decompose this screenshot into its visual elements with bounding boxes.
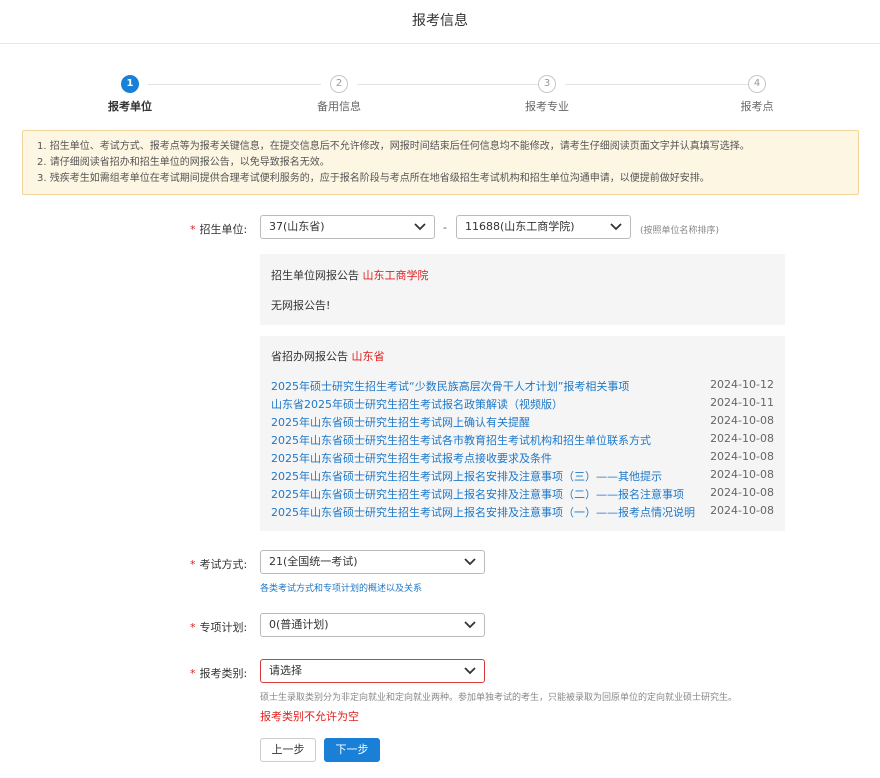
chevron-down-icon xyxy=(464,667,476,675)
province-notice-title-text: 省招办网报公告 xyxy=(271,350,348,363)
required-mark: * xyxy=(190,558,196,571)
special-plan-select[interactable]: 0(普通计划) xyxy=(260,613,485,637)
unit-notice-panel: 招生单位网报公告 山东工商学院 无网报公告! xyxy=(260,254,785,325)
unit-sort-hint: (按照单位名称排序) xyxy=(640,226,720,236)
category-label-text: 报考类别: xyxy=(199,667,248,680)
notice-line: 3. 残疾考生如需组考单位在考试期间提供合理考试便利服务的，应于报名阶段与考点所… xyxy=(37,173,710,184)
news-item[interactable]: 2025年山东省硕士研究生招生考试网上确认有关提醒 2024-10-08 xyxy=(271,414,774,432)
required-mark: * xyxy=(190,621,196,634)
step-4: 4 报考点 xyxy=(712,75,802,114)
exam-method-label: * 考试方式: xyxy=(190,556,247,572)
notice-line: 2. 请仔细阅读省招办和招生单位的网报公告，以免导致报名无效。 xyxy=(37,157,330,168)
category-hint: 硕士生录取类别分为非定向就业和定向就业两种。参加单独考试的考生，只能被录取为回原… xyxy=(260,693,738,703)
exam-method-value: 21(全国统一考试) xyxy=(269,555,358,568)
page-title: 报考信息 xyxy=(412,13,468,29)
news-date: 2024-10-08 xyxy=(710,468,774,481)
news-title-link[interactable]: 2025年硕士研究生招生考试“少数民族高层次骨干人才计划”报考相关事项 xyxy=(271,378,629,394)
notice-line: 1. 招生单位、考试方式、报考点等为报考关键信息，在提交信息后不允许修改，网报时… xyxy=(37,141,750,152)
province-select[interactable]: 37(山东省) xyxy=(260,215,435,239)
news-title-link[interactable]: 2025年山东省硕士研究生招生考试网上确认有关提醒 xyxy=(271,414,530,430)
unit-notice-title: 招生单位网报公告 山东工商学院 xyxy=(271,267,429,283)
unit-notice-title-text: 招生单位网报公告 xyxy=(271,269,359,282)
province-notice-title: 省招办网报公告 山东省 xyxy=(271,348,385,364)
news-date: 2024-10-08 xyxy=(710,432,774,445)
unit-dash: - xyxy=(443,221,447,234)
special-plan-label-text: 专项计划: xyxy=(199,621,248,634)
exam-method-label-text: 考试方式: xyxy=(199,558,248,571)
news-item[interactable]: 2025年山东省硕士研究生招生考试各市教育招生考试机构和招生单位联系方式 202… xyxy=(271,432,774,450)
chevron-down-icon xyxy=(414,223,426,231)
step-1: 1 报考单位 xyxy=(85,75,175,114)
unit-label: * 招生单位: xyxy=(190,221,247,237)
step-progress: 1 报考单位 2 备用信息 3 报考专业 4 报考点 xyxy=(0,75,880,115)
news-date: 2024-10-08 xyxy=(710,504,774,517)
province-notice-panel: 省招办网报公告 山东省 2025年硕士研究生招生考试“少数民族高层次骨干人才计划… xyxy=(260,336,785,531)
category-value: 请选择 xyxy=(269,664,302,677)
required-mark: * xyxy=(190,223,196,236)
news-item[interactable]: 2025年山东省硕士研究生招生考试网上报名安排及注意事项（二）——报名注意事项 … xyxy=(271,486,774,504)
province-notice-province: 山东省 xyxy=(351,350,385,363)
province-select-value: 37(山东省) xyxy=(269,220,325,233)
chevron-down-icon xyxy=(464,558,476,566)
step-number: 3 xyxy=(538,75,556,93)
prev-step-button[interactable]: 上一步 xyxy=(260,738,316,762)
required-mark: * xyxy=(190,667,196,680)
news-date: 2024-10-12 xyxy=(710,378,774,391)
special-plan-value: 0(普通计划) xyxy=(269,618,329,631)
step-label: 备用信息 xyxy=(317,100,361,113)
step-number: 2 xyxy=(330,75,348,93)
news-title-link[interactable]: 2025年山东省硕士研究生招生考试报考点接收要求及条件 xyxy=(271,450,552,466)
chevron-down-icon xyxy=(610,223,622,231)
news-title-link[interactable]: 2025年山东省硕士研究生招生考试网上报名安排及注意事项（一）——报考点情况说明 xyxy=(271,504,695,520)
page-header: 报考信息 xyxy=(0,0,880,44)
unit-label-text: 招生单位: xyxy=(199,223,248,236)
step-number: 4 xyxy=(748,75,766,93)
notice-box: 1. 招生单位、考试方式、报考点等为报考关键信息，在提交信息后不允许修改，网报时… xyxy=(22,130,859,195)
category-select[interactable]: 请选择 xyxy=(260,659,485,683)
news-date: 2024-10-08 xyxy=(710,414,774,427)
news-item[interactable]: 2025年硕士研究生招生考试“少数民族高层次骨干人才计划”报考相关事项 2024… xyxy=(271,378,774,396)
category-error: 报考类别不允许为空 xyxy=(260,710,359,723)
news-date: 2024-10-08 xyxy=(710,486,774,499)
school-select-value: 11688(山东工商学院) xyxy=(465,220,575,233)
step-label: 报考点 xyxy=(740,100,774,113)
step-label: 报考专业 xyxy=(525,100,569,113)
news-item[interactable]: 2025年山东省硕士研究生招生考试网上报名安排及注意事项（三）——其他提示 20… xyxy=(271,468,774,486)
unit-notice-school: 山东工商学院 xyxy=(362,269,429,282)
next-step-button[interactable]: 下一步 xyxy=(324,738,380,762)
category-label: * 报考类别: xyxy=(190,665,247,681)
news-item[interactable]: 山东省2025年硕士研究生招生考试报名政策解读（视频版） 2024-10-11 xyxy=(271,396,774,414)
news-title-link[interactable]: 2025年山东省硕士研究生招生考试各市教育招生考试机构和招生单位联系方式 xyxy=(271,432,651,448)
special-plan-label: * 专项计划: xyxy=(190,619,247,635)
news-date: 2024-10-11 xyxy=(710,396,774,409)
news-item[interactable]: 2025年山东省硕士研究生招生考试网上报名安排及注意事项（一）——报考点情况说明… xyxy=(271,504,774,522)
news-date: 2024-10-08 xyxy=(710,450,774,463)
exam-method-overview-link[interactable]: 各类考试方式和专项计划的概述以及关系 xyxy=(260,581,422,594)
news-title-link[interactable]: 2025年山东省硕士研究生招生考试网上报名安排及注意事项（二）——报名注意事项 xyxy=(271,486,684,502)
unit-notice-content: 无网报公告! xyxy=(271,299,331,312)
step-number: 1 xyxy=(121,75,139,93)
news-title-link[interactable]: 2025年山东省硕士研究生招生考试网上报名安排及注意事项（三）——其他提示 xyxy=(271,468,662,484)
chevron-down-icon xyxy=(464,621,476,629)
school-select[interactable]: 11688(山东工商学院) xyxy=(456,215,631,239)
step-label: 报考单位 xyxy=(108,100,152,113)
news-item[interactable]: 2025年山东省硕士研究生招生考试报考点接收要求及条件 2024-10-08 xyxy=(271,450,774,468)
exam-method-select[interactable]: 21(全国统一考试) xyxy=(260,550,485,574)
news-title-link[interactable]: 山东省2025年硕士研究生招生考试报名政策解读（视频版） xyxy=(271,396,563,412)
step-2: 2 备用信息 xyxy=(294,75,384,114)
step-3: 3 报考专业 xyxy=(502,75,592,114)
